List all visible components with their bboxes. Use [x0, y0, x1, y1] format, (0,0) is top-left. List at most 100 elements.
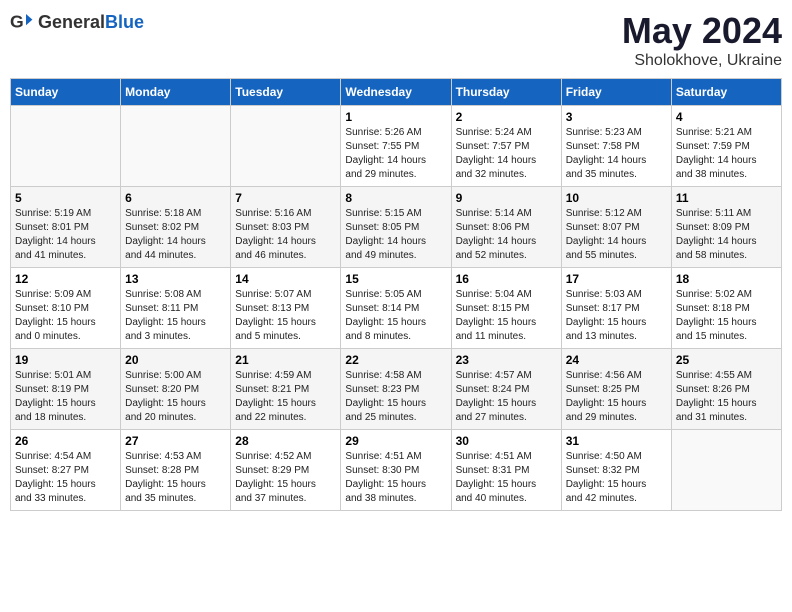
- day-number: 9: [456, 191, 557, 205]
- logo: G GeneralBlue: [10, 10, 144, 34]
- day-info: Sunrise: 5:08 AM Sunset: 8:11 PM Dayligh…: [125, 288, 226, 344]
- day-number: 21: [235, 353, 336, 367]
- day-info: Sunrise: 5:02 AM Sunset: 8:18 PM Dayligh…: [676, 288, 777, 344]
- day-number: 7: [235, 191, 336, 205]
- day-info: Sunrise: 4:51 AM Sunset: 8:31 PM Dayligh…: [456, 450, 557, 506]
- calendar-cell: [231, 106, 341, 187]
- calendar-cell: 9 Sunrise: 5:14 AM Sunset: 8:06 PM Daylig…: [451, 187, 561, 268]
- day-number: 11: [676, 191, 777, 205]
- day-number: 15: [345, 272, 446, 286]
- day-number: 4: [676, 110, 777, 124]
- day-number: 8: [345, 191, 446, 205]
- calendar-cell: 13 Sunrise: 5:08 AM Sunset: 8:11 PM Dayli…: [121, 268, 231, 349]
- day-info: Sunrise: 5:16 AM Sunset: 8:03 PM Dayligh…: [235, 207, 336, 263]
- day-info: Sunrise: 5:19 AM Sunset: 8:01 PM Dayligh…: [15, 207, 116, 263]
- calendar-cell: 19 Sunrise: 5:01 AM Sunset: 8:19 PM Dayli…: [11, 349, 121, 430]
- day-header-friday: Friday: [561, 79, 671, 106]
- calendar-week-row: 12Sunrise: 5:09 AM Sunset: 8:10 PM Dayli…: [11, 268, 782, 349]
- calendar-cell: 22 Sunrise: 4:58 AM Sunset: 8:23 PM Dayli…: [341, 349, 451, 430]
- header: G GeneralBlue May 2024 Sholokhove, Ukrai…: [10, 10, 782, 70]
- logo-text-blue: Blue: [105, 12, 144, 32]
- day-info: Sunrise: 5:00 AM Sunset: 8:20 PM Dayligh…: [125, 369, 226, 425]
- calendar-cell: 4 Sunrise: 5:21 AM Sunset: 7:59 PM Daylig…: [671, 106, 781, 187]
- calendar-cell: 26 Sunrise: 4:54 AM Sunset: 8:27 PM Dayli…: [11, 430, 121, 511]
- calendar-cell: 17Sunrise: 5:03 AM Sunset: 8:17 PM Dayli…: [561, 268, 671, 349]
- calendar-cell: 12Sunrise: 5:09 AM Sunset: 8:10 PM Dayli…: [11, 268, 121, 349]
- title-area: May 2024 Sholokhove, Ukraine: [622, 10, 782, 70]
- calendar-cell: 23 Sunrise: 4:57 AM Sunset: 8:24 PM Dayli…: [451, 349, 561, 430]
- calendar-cell: 3Sunrise: 5:23 AM Sunset: 7:58 PM Daylig…: [561, 106, 671, 187]
- day-info: Sunrise: 5:11 AM Sunset: 8:09 PM Dayligh…: [676, 207, 777, 263]
- calendar-week-row: 1 Sunrise: 5:26 AM Sunset: 7:55 PM Daylig…: [11, 106, 782, 187]
- calendar-cell: 2 Sunrise: 5:24 AM Sunset: 7:57 PM Daylig…: [451, 106, 561, 187]
- day-header-wednesday: Wednesday: [341, 79, 451, 106]
- calendar-cell: 8 Sunrise: 5:15 AM Sunset: 8:05 PM Daylig…: [341, 187, 451, 268]
- calendar-cell: 6Sunrise: 5:18 AM Sunset: 8:02 PM Daylig…: [121, 187, 231, 268]
- calendar-cell: 5 Sunrise: 5:19 AM Sunset: 8:01 PM Daylig…: [11, 187, 121, 268]
- day-header-tuesday: Tuesday: [231, 79, 341, 106]
- svg-text:G: G: [10, 12, 24, 32]
- day-number: 10: [566, 191, 667, 205]
- day-number: 22: [345, 353, 446, 367]
- day-number: 29: [345, 434, 446, 448]
- calendar-cell: 25 Sunrise: 4:55 AM Sunset: 8:26 PM Dayli…: [671, 349, 781, 430]
- day-header-sunday: Sunday: [11, 79, 121, 106]
- calendar-cell: 29 Sunrise: 4:51 AM Sunset: 8:30 PM Dayli…: [341, 430, 451, 511]
- calendar-cell: 15 Sunrise: 5:05 AM Sunset: 8:14 PM Dayli…: [341, 268, 451, 349]
- day-number: 13: [125, 272, 226, 286]
- logo-text-general: General: [38, 12, 105, 32]
- day-info: Sunrise: 5:07 AM Sunset: 8:13 PM Dayligh…: [235, 288, 336, 344]
- calendar-cell: 21 Sunrise: 4:59 AM Sunset: 8:21 PM Dayli…: [231, 349, 341, 430]
- day-number: 24: [566, 353, 667, 367]
- day-number: 30: [456, 434, 557, 448]
- calendar-cell: 20Sunrise: 5:00 AM Sunset: 8:20 PM Dayli…: [121, 349, 231, 430]
- day-number: 2: [456, 110, 557, 124]
- calendar-header-row: SundayMondayTuesdayWednesdayThursdayFrid…: [11, 79, 782, 106]
- day-info: Sunrise: 5:05 AM Sunset: 8:14 PM Dayligh…: [345, 288, 446, 344]
- day-info: Sunrise: 5:14 AM Sunset: 8:06 PM Dayligh…: [456, 207, 557, 263]
- day-info: Sunrise: 5:04 AM Sunset: 8:15 PM Dayligh…: [456, 288, 557, 344]
- calendar-cell: [11, 106, 121, 187]
- day-number: 31: [566, 434, 667, 448]
- calendar-cell: 11 Sunrise: 5:11 AM Sunset: 8:09 PM Dayli…: [671, 187, 781, 268]
- day-info: Sunrise: 4:52 AM Sunset: 8:29 PM Dayligh…: [235, 450, 336, 506]
- day-info: Sunrise: 4:53 AM Sunset: 8:28 PM Dayligh…: [125, 450, 226, 506]
- day-number: 25: [676, 353, 777, 367]
- day-info: Sunrise: 4:57 AM Sunset: 8:24 PM Dayligh…: [456, 369, 557, 425]
- day-number: 28: [235, 434, 336, 448]
- calendar-week-row: 26 Sunrise: 4:54 AM Sunset: 8:27 PM Dayli…: [11, 430, 782, 511]
- location: Sholokhove, Ukraine: [622, 52, 782, 70]
- calendar-cell: 27 Sunrise: 4:53 AM Sunset: 8:28 PM Dayli…: [121, 430, 231, 511]
- day-number: 1: [345, 110, 446, 124]
- day-info: Sunrise: 5:23 AM Sunset: 7:58 PM Dayligh…: [566, 126, 667, 182]
- day-number: 17: [566, 272, 667, 286]
- calendar-cell: 31Sunrise: 4:50 AM Sunset: 8:32 PM Dayli…: [561, 430, 671, 511]
- day-info: Sunrise: 5:15 AM Sunset: 8:05 PM Dayligh…: [345, 207, 446, 263]
- day-number: 18: [676, 272, 777, 286]
- day-info: Sunrise: 4:54 AM Sunset: 8:27 PM Dayligh…: [15, 450, 116, 506]
- day-number: 14: [235, 272, 336, 286]
- day-number: 26: [15, 434, 116, 448]
- calendar-week-row: 5 Sunrise: 5:19 AM Sunset: 8:01 PM Daylig…: [11, 187, 782, 268]
- day-info: Sunrise: 4:59 AM Sunset: 8:21 PM Dayligh…: [235, 369, 336, 425]
- day-info: Sunrise: 4:56 AM Sunset: 8:25 PM Dayligh…: [566, 369, 667, 425]
- day-info: Sunrise: 5:26 AM Sunset: 7:55 PM Dayligh…: [345, 126, 446, 182]
- calendar-cell: 18 Sunrise: 5:02 AM Sunset: 8:18 PM Dayli…: [671, 268, 781, 349]
- calendar-cell: 1 Sunrise: 5:26 AM Sunset: 7:55 PM Daylig…: [341, 106, 451, 187]
- day-info: Sunrise: 5:09 AM Sunset: 8:10 PM Dayligh…: [15, 288, 116, 344]
- day-header-monday: Monday: [121, 79, 231, 106]
- day-info: Sunrise: 4:51 AM Sunset: 8:30 PM Dayligh…: [345, 450, 446, 506]
- day-info: Sunrise: 5:01 AM Sunset: 8:19 PM Dayligh…: [15, 369, 116, 425]
- calendar-cell: 30 Sunrise: 4:51 AM Sunset: 8:31 PM Dayli…: [451, 430, 561, 511]
- day-number: 5: [15, 191, 116, 205]
- day-number: 23: [456, 353, 557, 367]
- day-info: Sunrise: 5:21 AM Sunset: 7:59 PM Dayligh…: [676, 126, 777, 182]
- calendar-cell: 14 Sunrise: 5:07 AM Sunset: 8:13 PM Dayli…: [231, 268, 341, 349]
- day-number: 27: [125, 434, 226, 448]
- day-info: Sunrise: 4:58 AM Sunset: 8:23 PM Dayligh…: [345, 369, 446, 425]
- day-info: Sunrise: 4:55 AM Sunset: 8:26 PM Dayligh…: [676, 369, 777, 425]
- calendar-cell: [121, 106, 231, 187]
- day-info: Sunrise: 5:18 AM Sunset: 8:02 PM Dayligh…: [125, 207, 226, 263]
- day-number: 19: [15, 353, 116, 367]
- day-info: Sunrise: 5:24 AM Sunset: 7:57 PM Dayligh…: [456, 126, 557, 182]
